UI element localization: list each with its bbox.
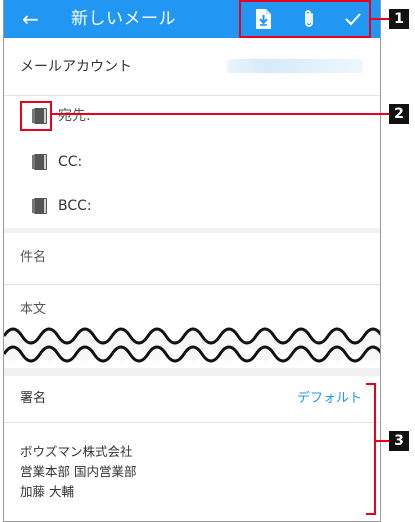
signature-label: 署名	[20, 391, 47, 406]
subject-placeholder: 件名	[20, 250, 47, 265]
subject-field[interactable]: 件名	[4, 233, 380, 285]
signature-line: 営業本部 国内営業部	[20, 464, 137, 479]
callout-badge-2: 2	[389, 104, 409, 124]
bcc-field[interactable]: BCC:	[4, 184, 380, 228]
cc-label: CC:	[58, 154, 83, 170]
callout-bracket-3	[366, 383, 376, 515]
callout-line-3	[376, 440, 389, 442]
omission-wave	[4, 322, 380, 368]
address-book-icon[interactable]	[31, 197, 49, 215]
back-arrow-icon[interactable]: ←	[22, 7, 39, 31]
signature-row[interactable]: 署名 デフォルト	[4, 376, 380, 423]
mail-account-value[interactable]	[227, 59, 363, 73]
address-book-icon[interactable]	[31, 153, 49, 171]
signature-line: 加藤 大輔	[20, 484, 74, 499]
to-field[interactable]: 宛先:	[4, 96, 380, 140]
signature-line: ボウズマン株式会社	[20, 444, 133, 459]
signature-text[interactable]: ボウズマン株式会社 営業本部 国内営業部 加藤 大輔	[20, 442, 136, 502]
mail-compose-screen: ← 新しいメール メールアカウント 宛先: CC: BCC: 件名 本文 署名 …	[3, 0, 381, 522]
callout-box-2	[20, 101, 52, 131]
body-placeholder: 本文	[20, 302, 47, 317]
callout-line-1	[371, 18, 389, 20]
signature-selector[interactable]: デフォルト	[297, 390, 362, 408]
callout-line-2	[52, 113, 389, 115]
callout-badge-1: 1	[389, 9, 409, 29]
to-label: 宛先:	[58, 108, 91, 124]
page-title: 新しいメール	[71, 9, 176, 29]
callout-box-1	[239, 0, 371, 38]
bcc-label: BCC:	[58, 198, 92, 214]
signature-divider	[4, 368, 380, 376]
mail-account-row[interactable]: メールアカウント	[4, 38, 380, 96]
cc-field[interactable]: CC:	[4, 140, 380, 184]
mail-account-label: メールアカウント	[20, 59, 132, 75]
callout-badge-3: 3	[389, 431, 409, 451]
